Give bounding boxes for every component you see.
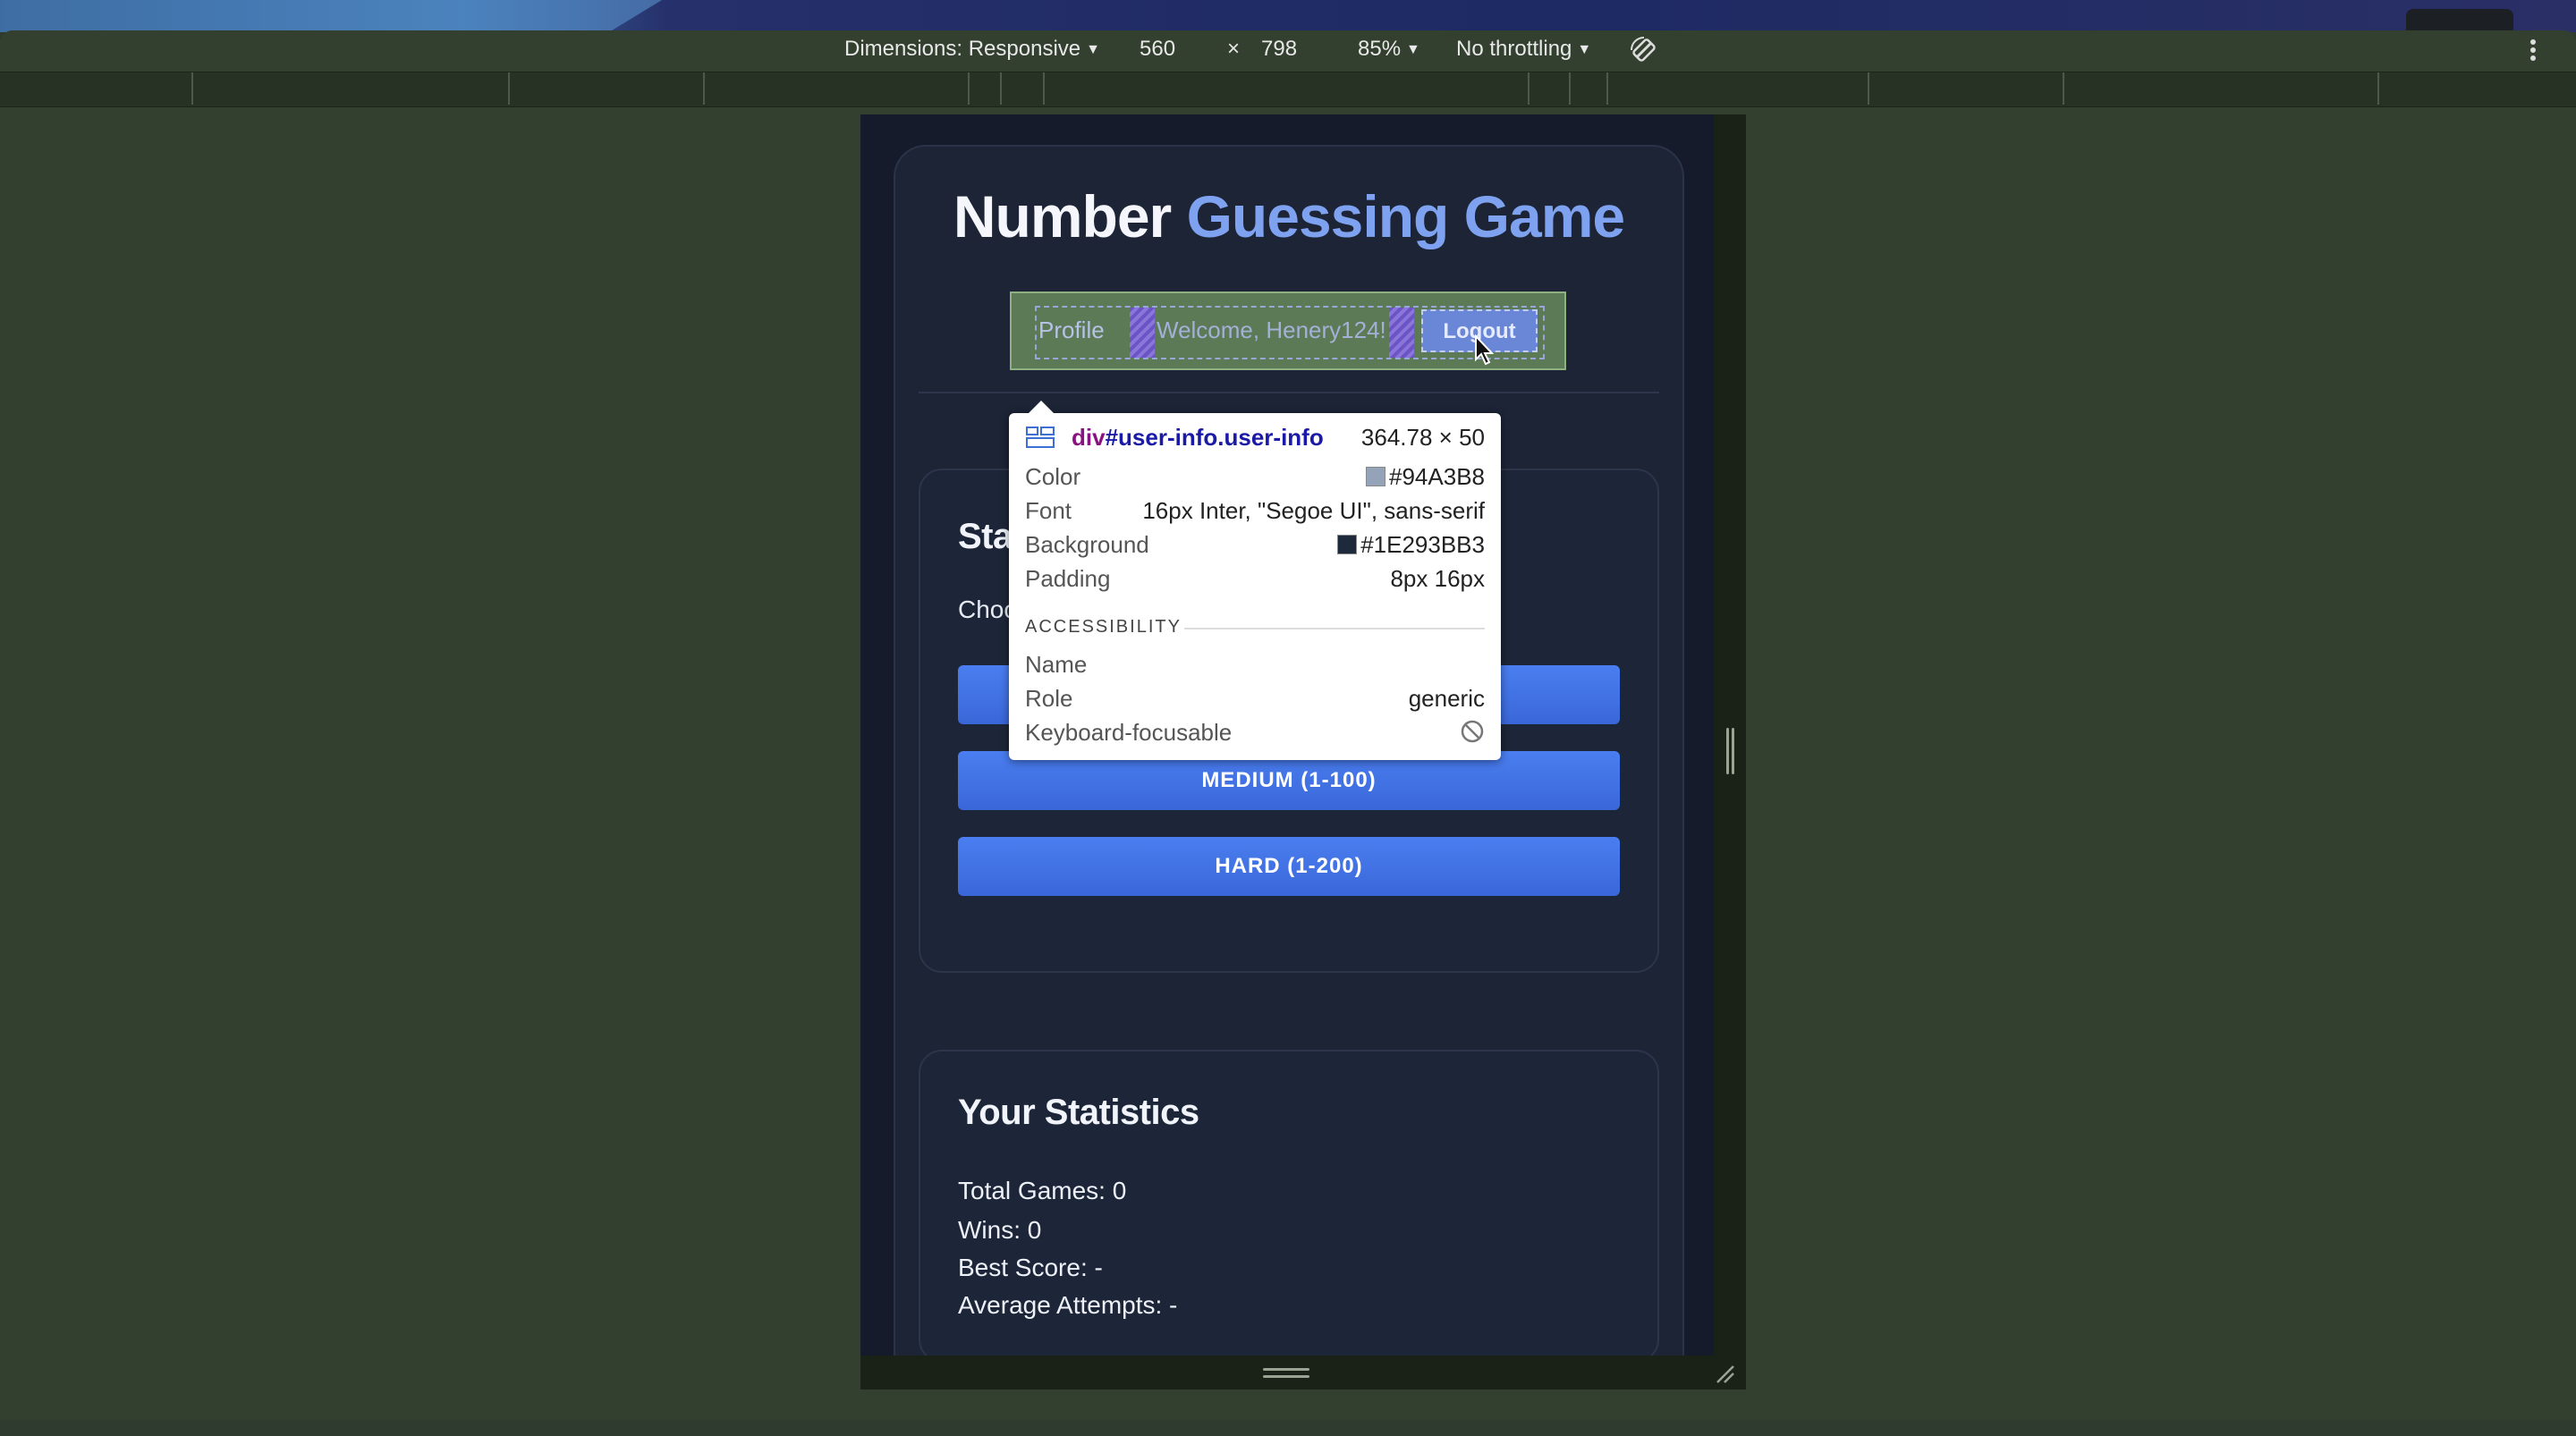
caret-down-icon: ▼	[1406, 42, 1420, 57]
media-query-marker[interactable]	[703, 72, 705, 105]
tooltip-selector: div#user-info.user-info	[1072, 424, 1324, 452]
width-input[interactable]: 560	[1140, 37, 1175, 62]
tooltip-value: generic	[1408, 685, 1485, 712]
dimension-separator: ×	[1227, 37, 1241, 61]
dimensions-dropdown[interactable]: Dimensions: Responsive ▼	[844, 37, 1100, 62]
media-query-marker[interactable]	[1606, 72, 1608, 105]
dimensions-label: Dimensions: Responsive	[844, 37, 1081, 61]
statistics-card: Your Statistics Total Games: 0 Wins: 0 B…	[919, 1050, 1659, 1359]
tooltip-row-name: Name	[1025, 651, 1485, 681]
tooltip-key: Font	[1025, 497, 1072, 524]
stat-best-score: Best Score: -	[958, 1254, 1103, 1281]
tooltip-size: 364.78 × 50	[1360, 424, 1485, 451]
device-toolbar: Dimensions: Responsive ▼ 560 × 798 85% ▼ N…	[0, 30, 2576, 70]
media-query-marker[interactable]	[1868, 72, 1869, 105]
tooltip-row-role: Role generic	[1025, 685, 1485, 715]
media-query-marker[interactable]	[1569, 72, 1571, 105]
tooltip-key: Name	[1025, 651, 1088, 678]
selector-tag: div	[1072, 424, 1106, 451]
tooltip-row-font: Font 16px Inter, "Segoe UI", sans-serif	[1025, 497, 1485, 528]
media-query-marker[interactable]	[191, 72, 193, 105]
tooltip-row-background: Background #1E293BB3	[1025, 531, 1485, 562]
stat-total-games: Total Games: 0	[958, 1177, 1127, 1204]
flex-layout-icon	[1026, 427, 1055, 448]
resize-side-handle[interactable]	[1726, 728, 1735, 774]
tooltip-notch	[1029, 401, 1054, 413]
tooltip-row-padding: Padding 8px 16px	[1025, 565, 1485, 596]
media-query-marker[interactable]	[508, 72, 510, 105]
rotate-icon[interactable]	[1628, 34, 1660, 72]
hard-button[interactable]: HARD (1-200)	[958, 837, 1620, 896]
title-word: Number	[953, 183, 1172, 249]
mouse-cursor-icon	[1475, 334, 1495, 366]
desktop-top-strip	[0, 0, 2576, 32]
throttling-dropdown[interactable]: No throttling ▼	[1456, 37, 1591, 62]
accessibility-divider	[1184, 628, 1485, 629]
tooltip-value: 16px Inter, "Segoe UI", sans-serif	[1142, 497, 1485, 524]
color-value: #94A3B8	[1389, 463, 1485, 490]
stat-average-attempts: Average Attempts: -	[958, 1291, 1178, 1319]
media-query-marker[interactable]	[1528, 72, 1530, 105]
flex-gap-highlight	[1130, 308, 1155, 358]
tooltip-key: Padding	[1025, 565, 1111, 592]
tooltip-value: #94A3B8	[1366, 463, 1485, 491]
media-query-marker[interactable]	[2377, 72, 2379, 105]
desktop-dock-item	[2406, 9, 2513, 32]
statistics-title: Your Statistics	[958, 1093, 1199, 1132]
page-title: Number Guessing Game	[895, 182, 1682, 250]
background-value: #1E293BB3	[1360, 531, 1485, 558]
tooltip-key: Color	[1025, 463, 1081, 490]
tooltip-value: #1E293BB3	[1337, 531, 1485, 559]
tooltip-row-focusable: Keyboard-focusable	[1025, 719, 1485, 749]
resize-corner-icon[interactable]	[1712, 1361, 1737, 1386]
grip-line	[1263, 1375, 1309, 1378]
header-divider	[919, 392, 1659, 393]
tooltip-key: Role	[1025, 685, 1073, 712]
color-swatch	[1366, 467, 1386, 486]
welcome-text: Welcome, Henery124!	[1157, 317, 1386, 343]
background-swatch	[1337, 535, 1358, 554]
inspect-tooltip: div#user-info.user-info 364.78 × 50 Colo…	[1009, 401, 1501, 760]
not-focusable-icon	[1460, 719, 1485, 750]
tooltip-row-color: Color #94A3B8	[1025, 463, 1485, 494]
media-query-marker[interactable]	[2063, 72, 2064, 105]
tooltip-key: Background	[1025, 531, 1149, 558]
media-query-marker[interactable]	[1043, 72, 1045, 105]
zoom-dropdown[interactable]: 85% ▼	[1358, 37, 1420, 62]
media-query-bar[interactable]	[0, 72, 2576, 107]
media-query-marker[interactable]	[1000, 72, 1002, 105]
more-vertical-icon[interactable]	[2528, 37, 2538, 70]
accessibility-heading: ACCESSIBILITY	[1025, 617, 1182, 637]
wallpaper-swoosh	[0, 0, 662, 32]
selector-id-class: #user-info.user-info	[1105, 424, 1324, 451]
media-query-marker[interactable]	[968, 72, 970, 105]
start-card-title: Sta	[958, 517, 1013, 556]
flex-gap-highlight	[1389, 308, 1414, 358]
title-accent: Guessing Game	[1186, 183, 1626, 249]
resize-bottom-handle[interactable]	[860, 1356, 1746, 1390]
caret-down-icon: ▼	[1086, 42, 1100, 57]
profile-image-broken: Profile	[1038, 317, 1105, 343]
user-info: Profile Welcome, Henery124! Logout	[1035, 306, 1545, 359]
tooltip-value: 8px 16px	[1390, 565, 1485, 592]
caret-down-icon: ▼	[1577, 42, 1592, 57]
tooltip-key: Keyboard-focusable	[1025, 719, 1233, 746]
grip-line	[1263, 1368, 1309, 1371]
stat-wins: Wins: 0	[958, 1216, 1042, 1244]
zoom-label: 85%	[1358, 37, 1402, 61]
throttling-label: No throttling	[1456, 37, 1572, 61]
height-input[interactable]: 798	[1261, 37, 1297, 62]
